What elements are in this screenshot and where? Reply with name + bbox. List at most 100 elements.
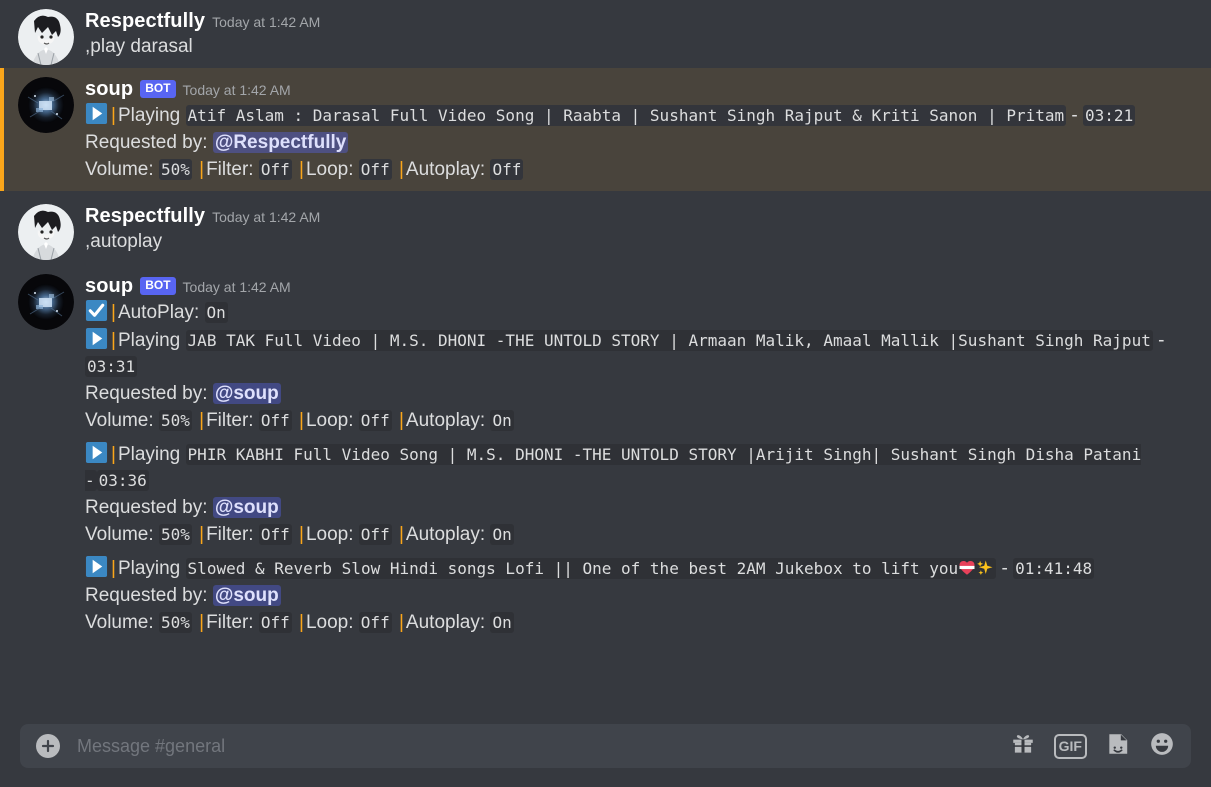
track-title: JAB TAK Full Video | M.S. DHONI -THE UNT… (185, 330, 1153, 351)
volume-value: 50% (158, 524, 192, 545)
message-row[interactable]: soup BOT Today at 1:42 AM | AutoPlay: On … (0, 263, 1211, 644)
playing-label: Playing (117, 558, 181, 579)
player-status-line: Volume: 50% | Filter: Off | Loop: Off | Aut… (85, 612, 514, 633)
play-button-icon (85, 555, 108, 578)
autoplay-value: Off (490, 159, 524, 180)
play-button-icon (85, 441, 108, 464)
filter-label: Filter: (206, 410, 254, 431)
user-mention[interactable]: @soup (212, 497, 281, 518)
filter-label: Filter: (206, 524, 254, 545)
message-input[interactable] (60, 724, 1010, 768)
playing-label: Playing (117, 444, 181, 465)
dash: - (996, 558, 1014, 579)
volume-value: 50% (158, 612, 192, 633)
play-button-icon (85, 102, 108, 125)
requested-by-label: Requested by: (85, 132, 208, 153)
track-duration: 03:31 (85, 356, 138, 377)
track-title: PHIR KABHI Full Video Song | M.S. DHONI … (85, 444, 1142, 491)
player-status-line: Volume: 50% | Filter: Off | Loop: Off | Aut… (85, 524, 514, 545)
message-body: ,autoplay (85, 231, 163, 252)
message-header: soup BOT Today at 1:42 AM (85, 275, 1195, 298)
requested-by-label: Requested by: (85, 497, 208, 518)
message-header: Respectfully Today at 1:42 AM (85, 10, 1195, 33)
gift-icon[interactable] (1010, 731, 1036, 762)
now-playing-line: | Playing PHIR KABHI Full Video Song | M.… (85, 441, 1195, 494)
add-attachment-icon[interactable] (36, 734, 60, 758)
filter-value: Off (258, 524, 292, 545)
username[interactable]: Respectfully (85, 205, 205, 227)
play-button-icon (85, 327, 108, 350)
composer-icon-group: GIF (1010, 731, 1191, 762)
filter-label: Filter: (206, 612, 254, 633)
username[interactable]: soup (85, 275, 133, 297)
volume-value: 50% (158, 410, 192, 431)
message-row[interactable]: Respectfully Today at 1:42 AM ,autoplay (0, 191, 1211, 263)
track-duration: 03:36 (96, 470, 149, 491)
loop-value: Off (358, 159, 392, 180)
track-duration: 01:41:48 (1013, 558, 1095, 579)
playing-label: Playing (117, 330, 181, 351)
user-mention[interactable]: @Respectfully (212, 132, 349, 153)
bot-badge: BOT (140, 80, 176, 98)
loop-label: Loop: (305, 159, 354, 180)
requested-by-line: Requested by: @Respectfully (85, 130, 1195, 156)
player-status-line: Volume: 50% | Filter: Off | Loop: Off | Aut… (85, 159, 524, 180)
autoplay-label: Autoplay: (405, 410, 486, 431)
autoplay-value: On (490, 524, 514, 545)
autoplay-status-label: AutoPlay: (117, 302, 200, 323)
player-status-line: Volume: 50% | Filter: Off | Loop: Off | Aut… (85, 410, 514, 431)
message-row-mention[interactable]: soup BOT Today at 1:42 AM | Playing Atif … (0, 68, 1211, 191)
user-mention[interactable]: @soup (212, 383, 281, 404)
username[interactable]: Respectfully (85, 10, 205, 32)
timestamp: Today at 1:42 AM (182, 82, 291, 98)
loop-value: Off (358, 410, 392, 431)
requested-by-line: Requested by: @soup (85, 381, 1195, 407)
avatar[interactable] (18, 77, 74, 133)
emoji-icon[interactable] (1149, 731, 1175, 762)
loop-label: Loop: (305, 612, 354, 633)
volume-label: Volume: (85, 410, 154, 431)
autoplay-status-value: On (204, 302, 228, 323)
avatar[interactable] (18, 204, 74, 260)
filter-value: Off (258, 410, 292, 431)
autoplay-value: On (490, 410, 514, 431)
message-header: soup BOT Today at 1:42 AM (85, 78, 1195, 101)
now-playing-line: | Playing Slowed & Reverb Slow Hindi song… (85, 555, 1195, 582)
volume-label: Volume: (85, 524, 154, 545)
filter-value: Off (258, 612, 292, 633)
track-title: Slowed & Reverb Slow Hindi songs Lofi ||… (185, 558, 997, 579)
sticker-icon[interactable] (1105, 731, 1131, 762)
timestamp: Today at 1:42 AM (182, 279, 291, 295)
track-duration: 03:21 (1083, 105, 1136, 126)
volume-label: Volume: (85, 612, 154, 633)
loop-value: Off (358, 524, 392, 545)
filter-value: Off (258, 159, 292, 180)
message-header: Respectfully Today at 1:42 AM (85, 205, 1195, 228)
dash: - (1066, 105, 1084, 126)
now-playing-line: | Playing Atif Aslam : Darasal Full Video… (85, 102, 1195, 129)
requested-by-label: Requested by: (85, 585, 208, 606)
message-list[interactable]: Respectfully Today at 1:42 AM ,play dara… (0, 0, 1211, 718)
avatar[interactable] (18, 274, 74, 330)
dash: - (1152, 330, 1165, 351)
message-body: ,play darasal (85, 36, 193, 57)
avatar[interactable] (18, 9, 74, 65)
autoplay-status-line: | AutoPlay: On (85, 299, 1195, 326)
now-playing-line: | Playing JAB TAK Full Video | M.S. DHONI… (85, 327, 1195, 380)
volume-label: Volume: (85, 159, 154, 180)
heart-emoji (958, 559, 976, 577)
user-mention[interactable]: @soup (212, 585, 281, 606)
message-composer[interactable]: GIF (0, 718, 1211, 787)
gif-icon[interactable]: GIF (1053, 733, 1087, 759)
track-title: Atif Aslam : Darasal Full Video Song | R… (185, 105, 1067, 126)
autoplay-label: Autoplay: (405, 524, 486, 545)
message-row[interactable]: Respectfully Today at 1:42 AM ,play dara… (0, 0, 1211, 68)
requested-by-line: Requested by: @soup (85, 495, 1195, 521)
composer-box[interactable]: GIF (20, 724, 1191, 768)
username[interactable]: soup (85, 78, 133, 100)
timestamp: Today at 1:42 AM (212, 209, 321, 225)
loop-value: Off (358, 612, 392, 633)
autoplay-label: Autoplay: (405, 159, 486, 180)
playing-label: Playing (117, 105, 181, 126)
bot-badge: BOT (140, 277, 176, 295)
